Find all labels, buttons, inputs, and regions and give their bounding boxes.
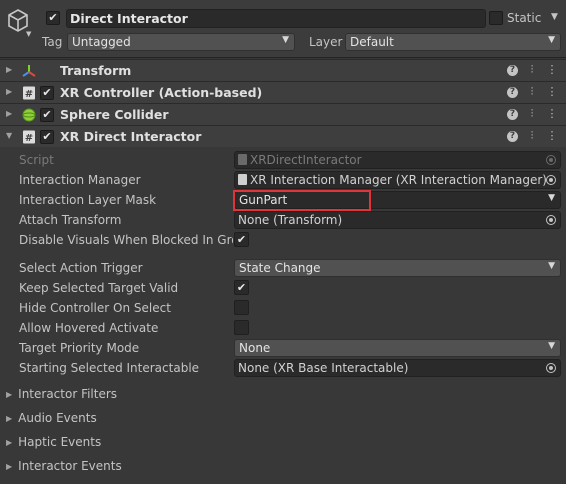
component-enabled-checkbox[interactable]: ✔: [40, 86, 54, 100]
help-icon[interactable]: ?: [507, 131, 518, 142]
foldout-arrow-icon: ▶: [6, 438, 13, 447]
object-picker-icon[interactable]: [546, 175, 556, 185]
tag-label: Tag: [42, 35, 63, 49]
more-options-icon[interactable]: ⋮: [545, 129, 559, 143]
select-action-trigger-label: Select Action Trigger: [19, 261, 143, 275]
gameobject-name-field[interactable]: Direct Interactor: [66, 9, 486, 28]
target-priority-label: Target Priority Mode: [19, 341, 140, 355]
sphere-collider-icon: [22, 108, 36, 122]
script-value: XRDirectInteractor: [250, 153, 362, 167]
presets-sliders-icon[interactable]: ⫶: [525, 85, 539, 99]
allow-hovered-checkbox[interactable]: [234, 320, 249, 335]
chevron-down-icon: ▼: [548, 261, 555, 271]
object-picker-icon[interactable]: [546, 215, 556, 225]
object-picker-icon: [546, 155, 556, 165]
layer-label: Layer: [309, 35, 343, 49]
gameobject-header: ▼ ✔ Direct Interactor Static ▼ Tag Untag…: [0, 0, 566, 58]
foldout-expanded-arrow-icon[interactable]: ▼: [6, 131, 12, 140]
starting-selected-field[interactable]: None (XR Base Interactable): [234, 359, 561, 377]
section-interactor-events[interactable]: ▶ Interactor Events: [6, 459, 122, 473]
script-field: XRDirectInteractor: [234, 151, 561, 169]
keep-selected-checkbox[interactable]: ✔: [234, 280, 249, 295]
more-options-icon[interactable]: ⋮: [545, 63, 559, 77]
presets-sliders-icon[interactable]: ⫶: [525, 107, 539, 121]
tag-dropdown[interactable]: Untagged ▼: [67, 33, 295, 51]
interaction-layer-mask-label: Interaction Layer Mask: [19, 193, 157, 207]
more-options-icon[interactable]: ⋮: [545, 107, 559, 121]
section-haptic-events[interactable]: ▶ Haptic Events: [6, 435, 101, 449]
foldout-arrow-icon: ▶: [6, 390, 13, 399]
disable-visuals-checkbox[interactable]: ✔: [234, 232, 249, 247]
more-options-icon[interactable]: ⋮: [545, 85, 559, 99]
section-label: Haptic Events: [18, 435, 102, 449]
select-action-trigger-value: State Change: [239, 261, 321, 275]
foldout-arrow-icon[interactable]: ▶: [6, 65, 12, 74]
component-title: XR Direct Interactor: [60, 129, 202, 144]
select-action-trigger-dropdown[interactable]: State Change ▼: [234, 259, 561, 277]
layer-dropdown[interactable]: Default ▼: [345, 33, 561, 51]
component-enabled-checkbox[interactable]: ✔: [40, 130, 54, 144]
transform-axes-icon: [22, 65, 36, 77]
chevron-down-icon: ▼: [548, 193, 555, 203]
starting-selected-label: Starting Selected Interactable: [19, 361, 200, 375]
chevron-down-icon: ▼: [548, 35, 555, 45]
section-audio-events[interactable]: ▶ Audio Events: [6, 411, 97, 425]
help-icon[interactable]: ?: [507, 109, 518, 120]
active-checkbox[interactable]: ✔: [46, 11, 60, 25]
script-file-icon: [238, 154, 247, 165]
foldout-arrow-icon[interactable]: ▶: [6, 109, 12, 118]
component-title: Transform: [60, 63, 132, 78]
component-title: Sphere Collider: [60, 107, 169, 122]
section-interactor-filters[interactable]: ▶ Interactor Filters: [6, 387, 117, 401]
presets-sliders-icon[interactable]: ⫶: [525, 63, 539, 77]
section-label: Interactor Events: [18, 459, 122, 473]
component-enabled-checkbox[interactable]: ✔: [40, 108, 54, 122]
component-header-xr-controller[interactable]: ▶ # ✔ XR Controller (Action-based) ? ⫶ ⋮: [0, 81, 566, 103]
script-file-icon: [238, 174, 247, 185]
component-header-transform[interactable]: ▶ Transform ? ⫶ ⋮: [0, 59, 566, 81]
svg-text:#: #: [25, 89, 33, 100]
help-icon[interactable]: ?: [507, 87, 518, 98]
script-label: Script: [19, 153, 54, 167]
component-header-sphere-collider[interactable]: ▶ ✔ Sphere Collider ? ⫶ ⋮: [0, 103, 566, 125]
static-dropdown-arrow-icon[interactable]: ▼: [551, 12, 558, 22]
disable-visuals-label: Disable Visuals When Blocked In Group: [19, 233, 233, 247]
highlight-box: [233, 190, 371, 211]
interaction-manager-value: XR Interaction Manager (XR Interaction M…: [250, 173, 547, 187]
section-label: Interactor Filters: [18, 387, 118, 401]
component-header-xr-direct-interactor[interactable]: ▼ # ✔ XR Direct Interactor ? ⫶ ⋮: [0, 125, 566, 147]
allow-hovered-label: Allow Hovered Activate: [19, 321, 159, 335]
attach-transform-value: None (Transform): [238, 213, 343, 227]
foldout-arrow-icon[interactable]: ▶: [6, 87, 12, 96]
hide-controller-label: Hide Controller On Select: [19, 301, 171, 315]
chevron-down-icon: ▼: [548, 341, 555, 351]
chevron-down-icon: ▼: [282, 35, 289, 45]
static-checkbox[interactable]: [489, 11, 503, 25]
component-title: XR Controller (Action-based): [60, 85, 263, 100]
icon-dropdown-arrow-icon[interactable]: ▼: [26, 30, 31, 38]
presets-sliders-icon[interactable]: ⫶: [525, 129, 539, 143]
starting-selected-value: None (XR Base Interactable): [238, 361, 409, 375]
svg-text:#: #: [25, 133, 33, 144]
layer-dropdown-value: Default: [350, 35, 394, 49]
attach-transform-field[interactable]: None (Transform): [234, 211, 561, 229]
foldout-arrow-icon: ▶: [6, 414, 13, 423]
target-priority-dropdown[interactable]: None ▼: [234, 339, 561, 357]
keep-selected-label: Keep Selected Target Valid: [19, 281, 179, 295]
attach-transform-label: Attach Transform: [19, 213, 122, 227]
help-icon[interactable]: ?: [507, 65, 518, 76]
script-hash-icon: #: [23, 86, 35, 100]
tag-dropdown-value: Untagged: [72, 35, 131, 49]
object-picker-icon[interactable]: [546, 363, 556, 373]
section-label: Audio Events: [18, 411, 97, 425]
interaction-manager-label: Interaction Manager: [19, 173, 141, 187]
target-priority-value: None: [239, 341, 271, 355]
hide-controller-checkbox[interactable]: [234, 300, 249, 315]
static-label: Static: [507, 11, 542, 25]
foldout-arrow-icon: ▶: [6, 462, 13, 471]
interaction-manager-field[interactable]: XR Interaction Manager (XR Interaction M…: [234, 171, 561, 189]
script-hash-icon: #: [23, 130, 35, 144]
